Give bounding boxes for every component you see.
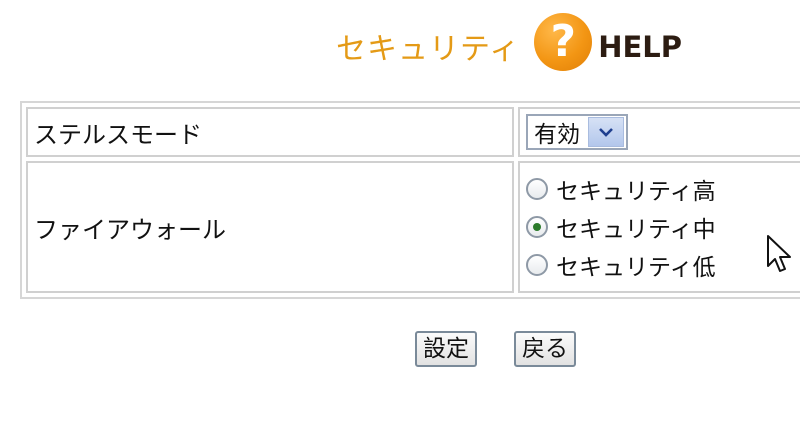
stealth-mode-select[interactable]: 有効 xyxy=(526,114,628,150)
help-link[interactable]: ? HELP xyxy=(534,13,682,71)
security-settings-page: セキュリティ ? HELP ステルスモード 有効 ファイアウォール セキュリティ… xyxy=(0,0,800,438)
firewall-option-label: セキュリティ低 xyxy=(556,255,716,281)
firewall-options-cell: セキュリティ高 セキュリティ中 セキュリティ低 xyxy=(518,161,800,293)
page-title: セキュリティ xyxy=(336,32,521,67)
help-icon[interactable]: ? xyxy=(534,13,593,71)
page-header: セキュリティ ? HELP xyxy=(336,12,682,72)
help-label[interactable]: HELP xyxy=(598,30,682,64)
stealth-mode-row: ステルスモード 有効 xyxy=(26,107,800,157)
mouse-cursor-icon xyxy=(766,234,792,278)
firewall-option-high[interactable]: セキュリティ高 xyxy=(526,170,800,208)
firewall-row: ファイアウォール セキュリティ高 セキュリティ中 セキュリティ低 xyxy=(26,161,800,293)
stealth-mode-selected-value: 有効 xyxy=(534,122,580,148)
chevron-down-icon[interactable] xyxy=(588,117,624,147)
apply-button[interactable]: 設定 xyxy=(415,331,477,367)
firewall-option-label: セキュリティ中 xyxy=(556,217,716,243)
radio-button[interactable] xyxy=(526,254,548,276)
settings-table: ステルスモード 有効 ファイアウォール セキュリティ高 セキュリティ中 セキュリ… xyxy=(20,101,800,299)
stealth-mode-value-cell: 有効 xyxy=(518,107,800,157)
firewall-option-low[interactable]: セキュリティ低 xyxy=(526,246,800,284)
radio-button-checked[interactable] xyxy=(526,216,548,238)
firewall-label: ファイアウォール xyxy=(26,161,514,293)
firewall-option-label: セキュリティ高 xyxy=(556,179,716,205)
back-button[interactable]: 戻る xyxy=(514,331,576,367)
radio-dot-icon xyxy=(533,223,541,231)
stealth-mode-label: ステルスモード xyxy=(26,107,514,157)
firewall-option-medium[interactable]: セキュリティ中 xyxy=(526,208,800,246)
radio-button[interactable] xyxy=(526,178,548,200)
action-buttons: 設定 戻る xyxy=(415,331,576,367)
